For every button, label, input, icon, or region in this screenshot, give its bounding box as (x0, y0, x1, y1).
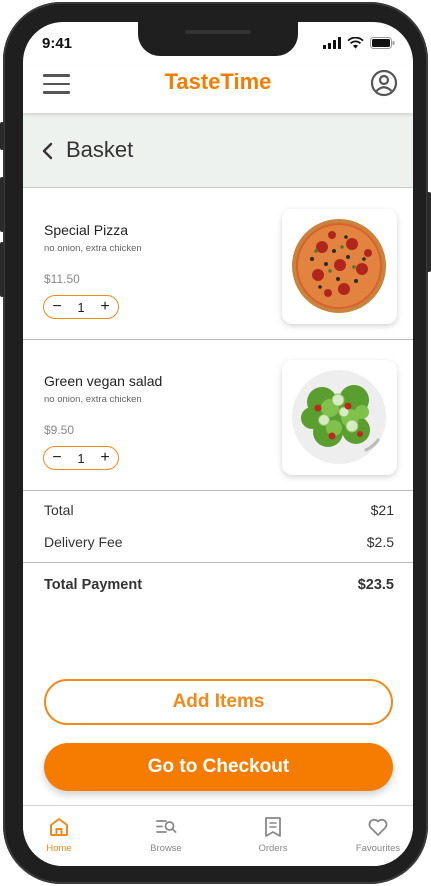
quantity-stepper: − 1 + (43, 295, 119, 319)
decrease-button[interactable]: − (50, 299, 64, 315)
checkout-button[interactable]: Go to Checkout (44, 743, 393, 791)
total-payment-label: Total Payment (44, 577, 143, 593)
heart-icon (368, 818, 388, 836)
nav-favourites-label: Favourites (355, 843, 401, 854)
salad-image (282, 360, 397, 475)
summary-divider (23, 562, 413, 563)
nav-home-label: Home (46, 843, 72, 854)
delivery-fee-row: Delivery Fee $2.5 (44, 534, 394, 550)
item-name: Special Pizza (44, 222, 129, 238)
item-name: Green vegan salad (44, 373, 163, 389)
total-payment-row: Total Payment $23.5 (44, 577, 394, 593)
total-label: Total (44, 502, 74, 518)
increase-button[interactable]: + (98, 299, 112, 315)
power-button (427, 192, 431, 272)
item-price: $11.50 (44, 272, 80, 286)
total-row: Total $21 (44, 502, 394, 518)
brand-title: TasteTime (164, 69, 272, 94)
item-note: no onion, extra chicken (44, 394, 142, 405)
quantity-value: 1 (77, 299, 85, 315)
status-time: 9:41 (42, 35, 73, 52)
app-screen: 9:41 TasteTime Basket Special Pizza no o… (23, 22, 413, 866)
nav-home[interactable]: Home (24, 816, 94, 854)
cellular-signal-icon (323, 37, 341, 49)
volume-down-button (0, 242, 4, 297)
item-price: $9.50 (44, 423, 75, 437)
app-header: TasteTime (23, 66, 413, 113)
notch (138, 22, 298, 56)
delivery-fee-value: $2.5 (366, 534, 394, 550)
nav-browse-label: Browse (150, 843, 182, 854)
quantity-stepper: − 1 + (43, 446, 119, 470)
page-title: Basket (66, 137, 134, 162)
phone-frame: 9:41 TasteTime Basket Special Pizza no o… (0, 2, 431, 884)
nav-orders-label: Orders (258, 843, 288, 854)
chevron-left-icon[interactable] (41, 142, 55, 160)
nav-browse[interactable]: Browse (131, 816, 201, 854)
battery-icon (370, 37, 395, 49)
decrease-button[interactable]: − (50, 450, 64, 466)
browse-icon (156, 820, 177, 833)
mute-switch (0, 122, 4, 150)
item-note: no onion, extra chicken (44, 243, 142, 254)
basket-item: Special Pizza no onion, extra chicken $1… (23, 189, 413, 340)
orders-icon (265, 817, 281, 837)
user-profile-icon[interactable] (370, 69, 398, 97)
pizza-image (282, 209, 397, 324)
nav-orders[interactable]: Orders (238, 816, 308, 854)
volume-up-button (0, 177, 4, 232)
nav-favourites[interactable]: Favourites (343, 816, 413, 854)
increase-button[interactable]: + (98, 450, 112, 466)
delivery-fee-label: Delivery Fee (44, 534, 123, 550)
home-icon (50, 818, 68, 836)
basket-header: Basket (23, 113, 413, 188)
bottom-navigation: Home Browse Orders Favourites (23, 805, 413, 866)
total-value: $21 (370, 502, 394, 518)
add-items-button[interactable]: Add Items (44, 679, 393, 725)
quantity-value: 1 (77, 450, 85, 466)
total-payment-value: $23.5 (357, 577, 394, 593)
basket-item: Green vegan salad no onion, extra chicke… (23, 340, 413, 491)
wifi-icon (347, 37, 364, 49)
status-icons (323, 37, 395, 49)
